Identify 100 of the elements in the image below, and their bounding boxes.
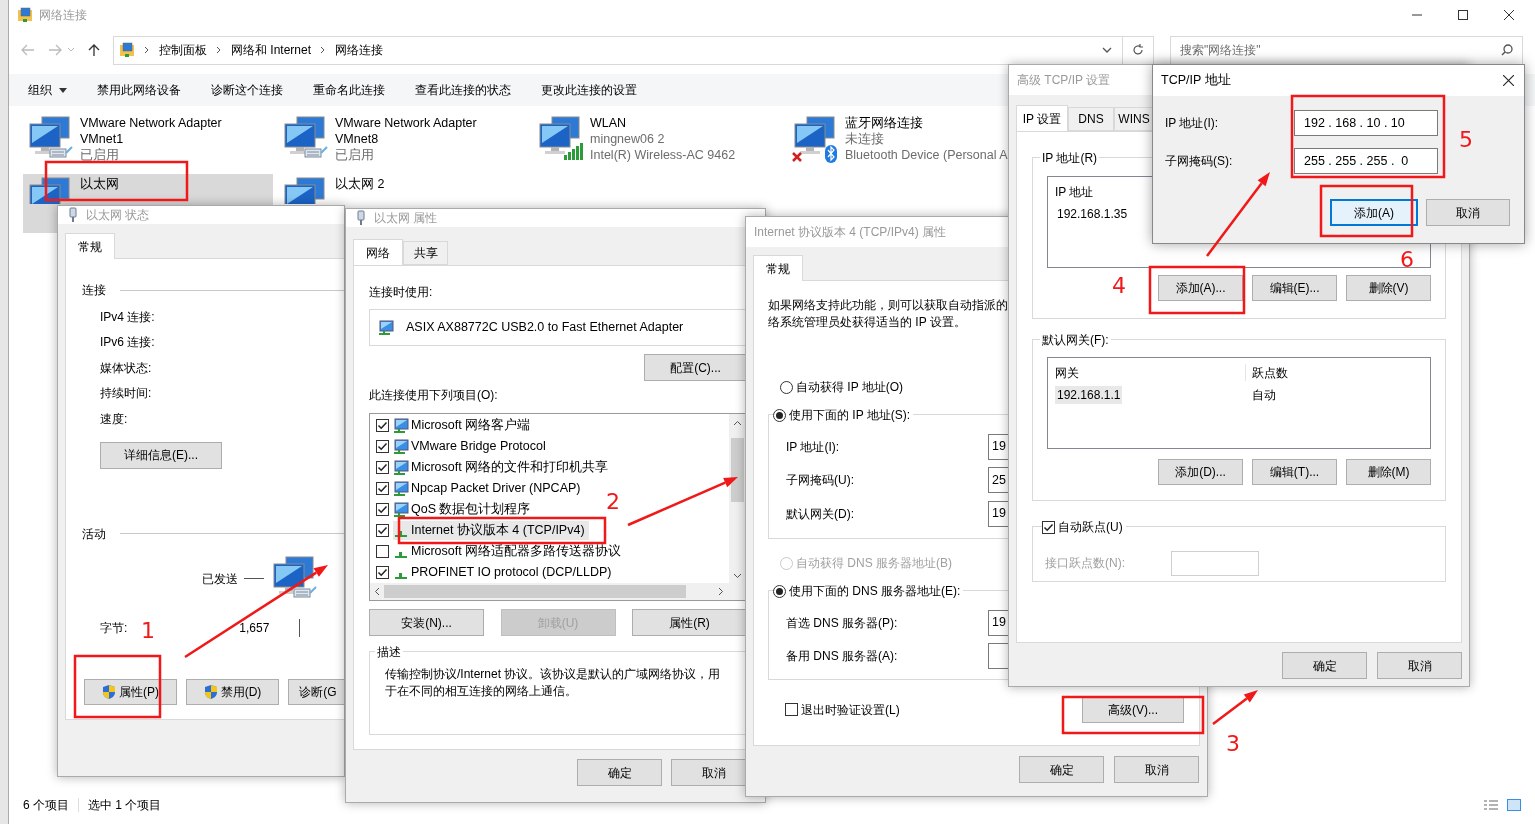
field-label: 首选 DNS 服务器(P): xyxy=(786,614,899,632)
checkbox[interactable] xyxy=(376,524,389,537)
list-item[interactable]: VMware Bridge Protocol xyxy=(393,437,550,456)
ip-address-field[interactable]: 192 . 168 . 10 . 10 xyxy=(1294,110,1438,136)
advanced-button[interactable]: 高级(V)... xyxy=(1082,696,1184,723)
intro-text: 络系统管理员处获得适当的 IP 设置。 xyxy=(768,314,967,331)
tiles-view-icon[interactable] xyxy=(1507,799,1521,811)
group-label: IP 地址(R) xyxy=(1040,149,1100,167)
toolbar-button[interactable]: 查看此连接的状态 xyxy=(415,81,511,99)
scroll-up-icon[interactable] xyxy=(733,420,742,426)
section-label: 此连接使用下列项目(O): xyxy=(369,387,499,404)
radio-button[interactable] xyxy=(780,380,793,394)
action-button[interactable]: 诊断(G xyxy=(288,678,344,705)
action-button[interactable]: 删除(V) xyxy=(1346,275,1431,301)
breadcrumb-item[interactable]: 网络和 Internet xyxy=(231,41,312,59)
toolbar-button[interactable]: 重命名此连接 xyxy=(313,81,385,99)
radio-button[interactable] xyxy=(773,408,786,422)
plug-icon xyxy=(356,210,366,226)
field-label: IP 地址(I): xyxy=(1165,115,1220,132)
list-item[interactable]: Internet 协议版本 4 (TCP/IPv4) xyxy=(393,521,589,540)
checkbox[interactable] xyxy=(376,461,389,474)
action-button[interactable]: 禁用(D) xyxy=(186,678,279,705)
checkbox-label: 自动跃点(U) xyxy=(1055,518,1126,536)
list-item[interactable]: Microsoft 网络客户端 xyxy=(393,416,535,435)
action-button[interactable]: 安装(N)... xyxy=(369,609,484,636)
ok-button[interactable]: 确定 xyxy=(577,759,662,786)
column-header: IP 地址 xyxy=(1055,183,1095,200)
ip-address-field[interactable]: 255 . 255 . 255 . 0 xyxy=(1294,148,1438,174)
address-bar[interactable]: 控制面板 网络和 Internet 网络连接 xyxy=(113,35,1123,65)
add-button[interactable]: 添加(A) xyxy=(1330,199,1418,226)
scroll-left-icon[interactable] xyxy=(374,587,380,596)
search-field[interactable]: 搜索"网络连接" xyxy=(1170,35,1523,65)
connection-tile[interactable]: WLAN mingnew06 2 Intel(R) Wireless-AC 9462 xyxy=(533,113,783,172)
checkbox[interactable] xyxy=(376,545,389,558)
field-label: IPv6 连接: xyxy=(100,334,156,352)
action-button[interactable]: 编辑(E)... xyxy=(1252,275,1337,301)
radio-label: 自动获得 IP 地址(O) xyxy=(796,379,904,396)
group-label: 默认网关(F): xyxy=(1040,331,1111,349)
tab[interactable]: 网络 xyxy=(353,239,403,265)
checkbox[interactable] xyxy=(376,419,389,432)
checkbox[interactable] xyxy=(376,566,389,579)
wifi-adapter-icon xyxy=(536,115,584,163)
chevron-down-icon[interactable] xyxy=(1102,47,1112,53)
ok-button[interactable]: 确定 xyxy=(1282,652,1367,679)
cancel-button[interactable]: 取消 xyxy=(1426,199,1510,226)
toolbar-button[interactable]: 组织 xyxy=(28,81,67,99)
step-number: 3 xyxy=(1226,731,1240,757)
ok-button[interactable]: 确定 xyxy=(1019,756,1104,783)
action-button[interactable]: 添加(D)... xyxy=(1158,459,1243,485)
close-icon[interactable] xyxy=(1504,10,1514,20)
cancel-button[interactable]: 取消 xyxy=(1377,652,1462,679)
action-button[interactable]: 删除(M) xyxy=(1346,459,1431,485)
action-button[interactable]: 属性(R) xyxy=(632,609,747,636)
checkbox[interactable] xyxy=(1042,520,1055,534)
action-button[interactable]: 编辑(T)... xyxy=(1252,459,1337,485)
list-item[interactable]: PROFINET IO protocol (DCP/LLDP) xyxy=(393,563,616,582)
chevron-right-icon[interactable] xyxy=(144,46,150,54)
section-heading: 活动 xyxy=(82,525,106,543)
close-icon[interactable] xyxy=(1503,75,1514,86)
connection-tile[interactable]: VMware Network Adapter VMnet1 已启用 xyxy=(23,113,273,172)
protocol-icon xyxy=(395,551,407,558)
tab[interactable]: DNS xyxy=(1068,107,1114,131)
breadcrumb-item[interactable]: 网络连接 xyxy=(335,41,384,59)
list-item[interactable]: QoS 数据包计划程序 xyxy=(393,500,535,519)
list-cell[interactable]: 192.168.1.1 xyxy=(1055,386,1123,404)
input-field[interactable] xyxy=(1171,550,1259,576)
toolbar-button[interactable]: 更改此连接的设置 xyxy=(541,81,637,99)
up-arrow-icon[interactable] xyxy=(88,43,100,57)
chevron-right-icon[interactable] xyxy=(320,46,327,54)
radio-button[interactable] xyxy=(773,584,786,598)
adapter-box: ASIX AX88772C USB2.0 to Fast Ethernet Adapter xyxy=(369,309,747,346)
action-button[interactable]: 添加(A)... xyxy=(1158,275,1243,301)
configure-button[interactable]: 配置(C)... xyxy=(644,354,747,381)
action-button[interactable]: 属性(P) xyxy=(84,678,177,705)
details-button[interactable]: 详细信息(E)... xyxy=(100,441,222,469)
tab[interactable]: 共享 xyxy=(403,241,448,265)
list-cell[interactable]: 自动 xyxy=(1245,386,1423,404)
maximize-icon[interactable] xyxy=(1458,10,1468,20)
checkbox[interactable] xyxy=(785,703,798,716)
cancel-button[interactable]: 取消 xyxy=(1114,756,1199,783)
connection-name: WLAN xyxy=(590,115,628,131)
checkbox[interactable] xyxy=(376,503,389,516)
tab[interactable]: WINS xyxy=(1114,107,1154,131)
scroll-down-icon[interactable] xyxy=(733,573,742,579)
connection-tile[interactable]: VMware Network Adapter VMnet8 已启用 xyxy=(278,113,528,172)
tab[interactable]: IP 设置 xyxy=(1016,105,1068,131)
breadcrumb-item[interactable]: 控制面板 xyxy=(159,41,207,59)
tab[interactable]: 常规 xyxy=(65,233,115,259)
list-item[interactable]: Npcap Packet Driver (NPCAP) xyxy=(393,479,585,498)
checkbox[interactable] xyxy=(376,482,389,495)
toolbar-button[interactable]: 诊断这个连接 xyxy=(211,81,283,99)
chevron-right-icon[interactable] xyxy=(216,46,222,54)
scroll-right-icon[interactable] xyxy=(718,587,724,596)
tab[interactable]: 常规 xyxy=(753,255,803,281)
checkbox[interactable] xyxy=(376,440,389,453)
toolbar-button[interactable]: 禁用此网络设备 xyxy=(97,81,181,99)
scrollbar[interactable] xyxy=(370,583,746,600)
field-label: 接口跃点数(N): xyxy=(1045,555,1126,572)
list-item[interactable]: Microsoft 网络适配器多路传送器协议 xyxy=(393,542,626,561)
list-item[interactable]: Microsoft 网络的文件和打印机共享 xyxy=(393,458,613,477)
